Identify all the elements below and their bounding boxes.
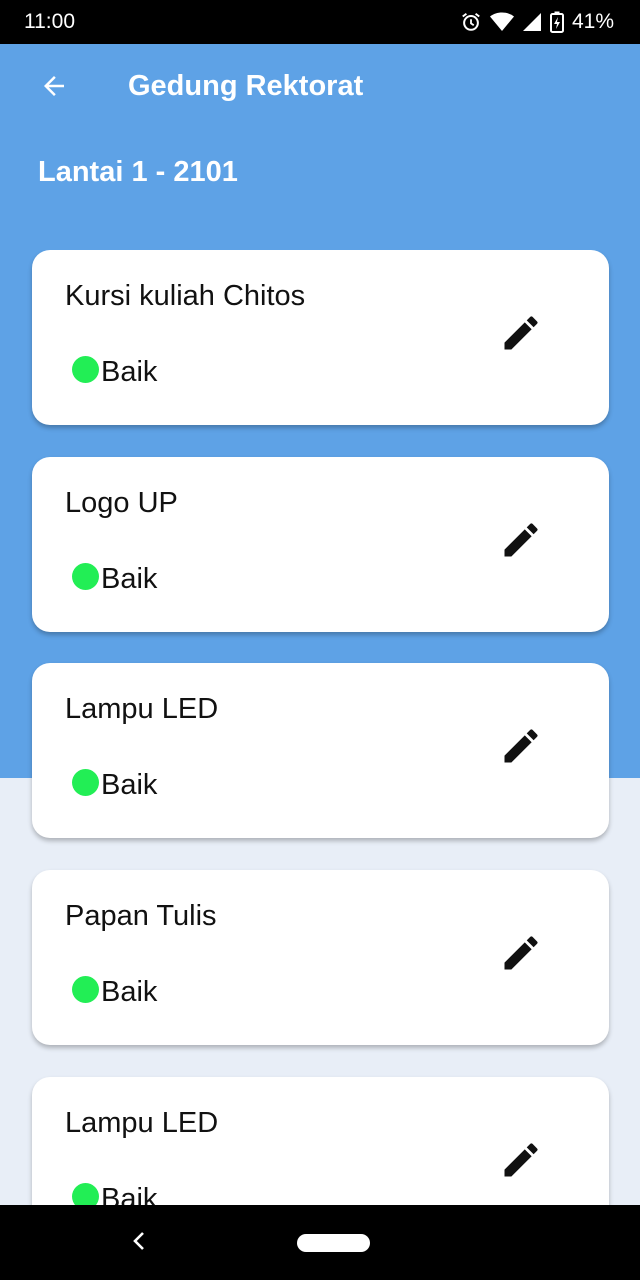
item-status: Baik (72, 769, 157, 802)
system-nav-bar (0, 1205, 640, 1280)
status-time: 11:00 (24, 10, 75, 33)
battery-icon (549, 11, 564, 33)
nav-back-button[interactable] (126, 1229, 152, 1257)
item-list[interactable]: Kursi kuliah Chitos Baik Logo UP Baik La… (0, 250, 640, 1205)
wifi-icon (489, 11, 514, 33)
edit-button[interactable] (498, 1139, 544, 1185)
status-label: Baik (101, 356, 158, 388)
back-button[interactable] (34, 68, 74, 108)
item-name: Lampu LED (65, 1107, 219, 1139)
arrow-left-icon (39, 71, 69, 106)
item-name: Logo UP (65, 487, 178, 519)
status-icons: 41% (460, 10, 614, 34)
status-dot-icon (72, 769, 99, 796)
edit-button[interactable] (498, 725, 544, 771)
signal-icon (522, 12, 542, 32)
status-label: Baik (101, 563, 158, 595)
alarm-icon (460, 11, 482, 33)
pencil-icon (499, 724, 543, 773)
item-status: Baik (72, 563, 157, 596)
status-dot-icon (72, 563, 99, 590)
pencil-icon (499, 518, 543, 567)
item-status: Baik (72, 356, 157, 389)
edit-button[interactable] (498, 312, 544, 358)
pencil-icon (499, 311, 543, 360)
item-status: Baik (72, 976, 157, 1009)
list-item[interactable]: Papan Tulis Baik (32, 870, 609, 1045)
status-bar: 11:00 41% (0, 0, 640, 44)
app-bar: Gedung Rektorat (0, 44, 640, 132)
status-label: Baik (101, 1183, 158, 1205)
battery-percent: 41% (571, 10, 614, 33)
status-dot-icon (72, 356, 99, 383)
item-status: Baik (72, 1183, 157, 1205)
edit-button[interactable] (498, 932, 544, 978)
list-item[interactable]: Lampu LED Baik (32, 1077, 609, 1205)
chevron-left-icon (132, 1231, 146, 1256)
status-dot-icon (72, 976, 99, 1003)
pencil-icon (499, 1138, 543, 1187)
floor-title: Lantai 1 - 2101 (38, 156, 238, 188)
item-name: Papan Tulis (65, 900, 217, 932)
page-title: Gedung Rektorat (128, 70, 364, 102)
item-name: Kursi kuliah Chitos (65, 280, 306, 312)
status-dot-icon (72, 1183, 99, 1205)
status-label: Baik (101, 769, 158, 801)
nav-home-button[interactable] (297, 1234, 370, 1252)
pencil-icon (499, 931, 543, 980)
list-item[interactable]: Kursi kuliah Chitos Baik (32, 250, 609, 425)
list-item[interactable]: Logo UP Baik (32, 457, 609, 632)
list-item[interactable]: Lampu LED Baik (32, 663, 609, 838)
edit-button[interactable] (498, 519, 544, 565)
status-label: Baik (101, 976, 158, 1008)
item-name: Lampu LED (65, 693, 219, 725)
